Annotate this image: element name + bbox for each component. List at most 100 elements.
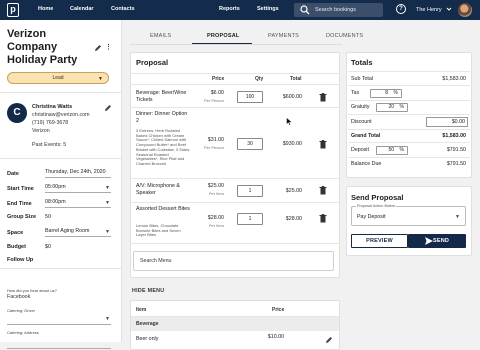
space-label: Space — [7, 230, 24, 236]
heard-about-value[interactable]: Facebook — [7, 294, 30, 300]
help-icon[interactable]: ? — [396, 4, 406, 14]
line-item-price: $31.00 — [207, 137, 224, 143]
percent-symbol: % — [399, 147, 404, 153]
divider — [131, 107, 339, 108]
tax-label: Tax — [351, 90, 360, 96]
tax-rate-input[interactable]: 8 % — [370, 89, 402, 98]
contact-phone[interactable]: (719) 769-3678 — [32, 120, 68, 126]
preview-button[interactable]: PREVIEW — [351, 234, 408, 248]
chevron-down-icon[interactable]: ▼ — [105, 316, 110, 322]
chevron-down-icon[interactable] — [446, 6, 452, 12]
proposal-action-select[interactable]: Proposal Action Button Pay Deposit ▼ — [351, 204, 466, 226]
nav-contacts[interactable]: Contacts — [111, 6, 135, 12]
edit-pencil-icon[interactable] — [325, 336, 333, 344]
line-item-name[interactable]: Assorted Dessert Bites — [136, 206, 191, 213]
category-row — [131, 317, 339, 331]
budget-label: Budget — [7, 244, 26, 250]
qty-column-header: Qty — [255, 76, 264, 82]
divider — [131, 243, 339, 244]
start-time-value[interactable]: 05:00pm — [45, 184, 66, 190]
trash-icon[interactable] — [319, 214, 327, 223]
contact-name: Christina Watts — [32, 104, 73, 110]
discount-input[interactable]: $0.00 — [426, 117, 468, 127]
divider — [0, 92, 122, 93]
search-bookings-input[interactable]: Search bookings — [294, 3, 383, 17]
space-value[interactable]: Barrel Aging Room — [45, 228, 89, 234]
status-dropdown[interactable]: Lead ▼ — [7, 72, 109, 84]
edit-contact-icon[interactable] — [104, 104, 112, 112]
more-options-icon[interactable]: ⋮ — [105, 44, 112, 51]
menu-category[interactable]: Beverage — [136, 321, 159, 327]
price-column-header: Price — [212, 76, 225, 82]
gratuity-rate-input[interactable]: 20 % — [376, 103, 408, 112]
field-underline — [7, 348, 111, 349]
line-item-name[interactable]: Beverage: Beer/Wine Tickets — [136, 90, 191, 104]
line-item-total: $600.00 — [282, 94, 302, 100]
chevron-down-icon: ▼ — [455, 214, 460, 220]
start-time-label: Start Time — [7, 186, 34, 192]
field-underline — [45, 177, 111, 178]
tab-documents[interactable]: DOCUMENTS — [326, 33, 363, 39]
end-time-value[interactable]: 08:00pm — [45, 199, 66, 205]
past-events[interactable]: Past Events: 5 — [32, 142, 66, 148]
chevron-down-icon: ▼ — [105, 185, 110, 191]
app-logo[interactable]: p — [7, 3, 19, 17]
search-placeholder: Search bookings — [315, 7, 356, 13]
totals-title: Totals — [351, 58, 373, 67]
edit-pencil-icon[interactable] — [94, 44, 102, 52]
trash-icon[interactable] — [319, 186, 327, 195]
tax-rate-value: 8 — [385, 90, 388, 96]
gratuity-row: Gratuity — [351, 104, 466, 110]
hide-menu-toggle[interactable]: HIDE MENU — [132, 288, 164, 294]
subtotal-value: $1,583.00 — [442, 76, 466, 82]
divider — [0, 158, 122, 159]
nav-settings[interactable]: Settings — [257, 6, 279, 12]
divider — [348, 100, 470, 101]
balance-row: Balance Due $791.50 — [351, 161, 466, 167]
budget-value[interactable]: $0 — [45, 244, 51, 250]
tax-row: Tax — [351, 90, 466, 96]
group-size-value[interactable]: 50 — [45, 214, 51, 220]
quantity-input[interactable]: 100 — [237, 91, 263, 103]
percent-symbol: % — [399, 104, 404, 110]
contact-company: Verizon — [32, 128, 50, 134]
user-avatar[interactable] — [458, 3, 472, 17]
deposit-rate-input[interactable]: 50 % — [376, 146, 408, 155]
trash-icon[interactable] — [319, 140, 327, 149]
quantity-input[interactable]: 1 — [237, 185, 263, 197]
divider — [131, 202, 339, 203]
menu-item-price: $10.00 — [267, 334, 284, 340]
quantity-input[interactable]: 1 — [237, 213, 263, 225]
send-button[interactable]: SEND — [408, 234, 466, 248]
end-time-label: End Time — [7, 201, 32, 207]
line-item-name[interactable]: Dinner: Dinner Option 2 — [136, 111, 191, 125]
tab-emails[interactable]: EMAILS — [150, 33, 171, 39]
select-label: Proposal Action Button — [356, 204, 397, 208]
nav-home[interactable]: Home — [38, 6, 53, 12]
line-item-description: 3 Entrees: Herb Roasted Baked Chicken wi… — [136, 128, 191, 166]
heard-about-label: How did you hear about us? — [7, 288, 57, 293]
contact-email[interactable]: christinaw@verizon.com — [32, 112, 89, 118]
total-column-header: Total — [290, 76, 302, 82]
tab-proposal[interactable]: PROPOSAL — [207, 33, 239, 39]
line-item-price: $6.00 — [210, 90, 224, 96]
gratuity-rate-value: 20 — [388, 104, 394, 110]
nav-reports[interactable]: Reports — [219, 6, 240, 12]
line-item-name[interactable]: A/V: Microphone & Speaker — [136, 183, 191, 197]
tab-payments[interactable]: PAYMENTS — [268, 33, 299, 39]
line-item-total: $28.00 — [285, 216, 302, 222]
quantity-input[interactable]: 30 — [237, 138, 263, 150]
deposit-value: $791.50 — [446, 147, 466, 153]
date-value[interactable]: Thursday, Dec 24th, 2020 — [45, 169, 106, 175]
line-item-price: $28.00 — [207, 215, 224, 221]
nav-calendar[interactable]: Calendar — [70, 6, 94, 12]
divider — [131, 73, 339, 74]
divider — [131, 178, 339, 179]
send-proposal-title: Send Proposal — [351, 193, 404, 202]
subtotal-label: Sub Total — [351, 76, 373, 82]
search-menu-input[interactable]: Search Menu — [133, 251, 334, 271]
percent-symbol: % — [393, 90, 398, 96]
trash-icon[interactable] — [319, 93, 327, 102]
user-menu-label[interactable]: The Henry — [416, 7, 442, 13]
catering-address-label: Catering: Address — [7, 330, 39, 335]
